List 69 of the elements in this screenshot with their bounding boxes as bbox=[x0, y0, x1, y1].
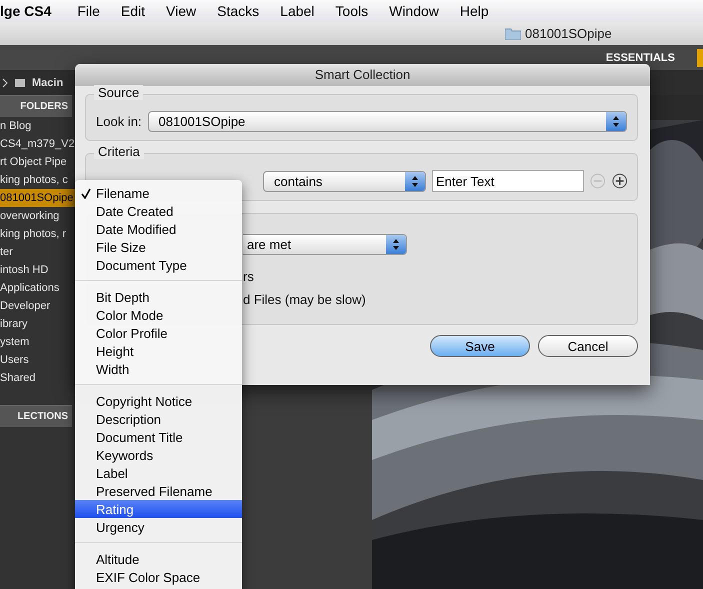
menu-item[interactable]: Stacks bbox=[217, 3, 260, 19]
folder-item[interactable]: rt Object Pipe bbox=[0, 153, 75, 171]
menu-item[interactable]: Tools bbox=[335, 3, 368, 19]
folder-item[interactable]: Users bbox=[0, 351, 75, 369]
menu-item[interactable]: Label bbox=[280, 3, 314, 19]
folder-item[interactable]: ibrary bbox=[0, 315, 75, 333]
menu-option[interactable]: Color Mode bbox=[75, 306, 242, 324]
menu-option[interactable]: File Size bbox=[75, 238, 242, 256]
menu-option[interactable]: Color Profile bbox=[75, 324, 242, 342]
stepper-icon bbox=[405, 172, 426, 190]
folder-item[interactable]: Developer bbox=[0, 297, 75, 315]
folder-item[interactable]: CS4_m379_V2 bbox=[0, 135, 75, 153]
dialog-title: Smart Collection bbox=[75, 64, 650, 86]
menu-option[interactable]: Keywords bbox=[75, 446, 242, 464]
menu-option[interactable]: Copyright Notice bbox=[75, 392, 242, 410]
folder-item[interactable]: 081001SOpipe bbox=[0, 189, 75, 207]
folder-item[interactable]: ystem bbox=[0, 333, 75, 351]
workspace-tab[interactable]: ESSENTIALS bbox=[606, 52, 675, 64]
menu-item[interactable]: Help bbox=[460, 3, 489, 19]
breadcrumb-item[interactable]: Macin bbox=[32, 76, 64, 88]
add-icon[interactable] bbox=[612, 173, 627, 189]
field-label: Look in: bbox=[96, 114, 142, 129]
menu-item[interactable]: Edit bbox=[120, 3, 146, 19]
menu-option[interactable]: Date Created bbox=[75, 202, 242, 220]
menu-option[interactable]: EXIF Color Space bbox=[75, 568, 242, 586]
menu-option[interactable]: Rating bbox=[75, 500, 242, 518]
menu-item[interactable]: View bbox=[166, 3, 196, 19]
menu-item[interactable]: File bbox=[77, 3, 100, 19]
menu-option[interactable]: Bit Depth bbox=[75, 288, 242, 306]
checkmark-icon bbox=[80, 188, 90, 198]
match-select[interactable]: are met bbox=[243, 234, 407, 255]
menu-option[interactable]: Height bbox=[75, 342, 242, 360]
folder-icon bbox=[505, 27, 521, 40]
menu-option[interactable]: Description bbox=[75, 410, 242, 428]
stepper-icon bbox=[386, 235, 406, 254]
folder-item[interactable]: king photos, r bbox=[0, 225, 75, 243]
folder-item[interactable]: Shared bbox=[0, 369, 75, 387]
menu-option[interactable]: Urgency bbox=[75, 518, 242, 536]
menu-option[interactable]: Document Type bbox=[75, 256, 242, 274]
app-name[interactable]: lge CS4 bbox=[0, 3, 52, 19]
menu-option[interactable]: Filename bbox=[75, 184, 242, 202]
menu-option[interactable]: Date Modified bbox=[75, 220, 242, 238]
text-field[interactable]: Enter Text bbox=[432, 170, 584, 192]
menu-item[interactable]: Window bbox=[389, 3, 439, 19]
folder-item[interactable]: intosh HD bbox=[0, 261, 75, 279]
folder-name: 081001SOpipe bbox=[525, 26, 612, 41]
cancel-button[interactable]: Cancel bbox=[538, 335, 638, 357]
folder-item[interactable]: Applications bbox=[0, 279, 75, 297]
operator-select[interactable]: contains bbox=[263, 170, 426, 192]
save-button[interactable]: Save bbox=[430, 335, 530, 357]
option-label: rs bbox=[243, 269, 255, 284]
panel-tab[interactable]: FOLDERS bbox=[0, 95, 72, 117]
menu-option[interactable]: Preserved Filename bbox=[75, 482, 242, 500]
option-label: d Files (may be slow) bbox=[243, 292, 367, 307]
menu-option[interactable]: Altitude bbox=[75, 550, 242, 568]
menu-option[interactable]: Width bbox=[75, 360, 242, 378]
folder-item[interactable]: king photos, c bbox=[0, 171, 75, 189]
menu-option[interactable]: Label bbox=[75, 464, 242, 482]
workspace-indicator bbox=[697, 48, 703, 66]
group-legend: Criteria bbox=[94, 144, 144, 159]
folder-item[interactable]: overworking bbox=[0, 207, 75, 225]
group-legend: Source bbox=[94, 85, 144, 100]
chevron-icon bbox=[2, 78, 8, 88]
panel-tab[interactable]: LECTIONS bbox=[0, 405, 72, 427]
folder-select[interactable]: 081001SOpipe bbox=[148, 111, 627, 132]
stepper-icon bbox=[606, 112, 626, 131]
folder-item[interactable]: n Blog bbox=[0, 117, 75, 135]
menu-option[interactable]: Document Title bbox=[75, 428, 242, 446]
folder-item[interactable]: ter bbox=[0, 243, 75, 261]
